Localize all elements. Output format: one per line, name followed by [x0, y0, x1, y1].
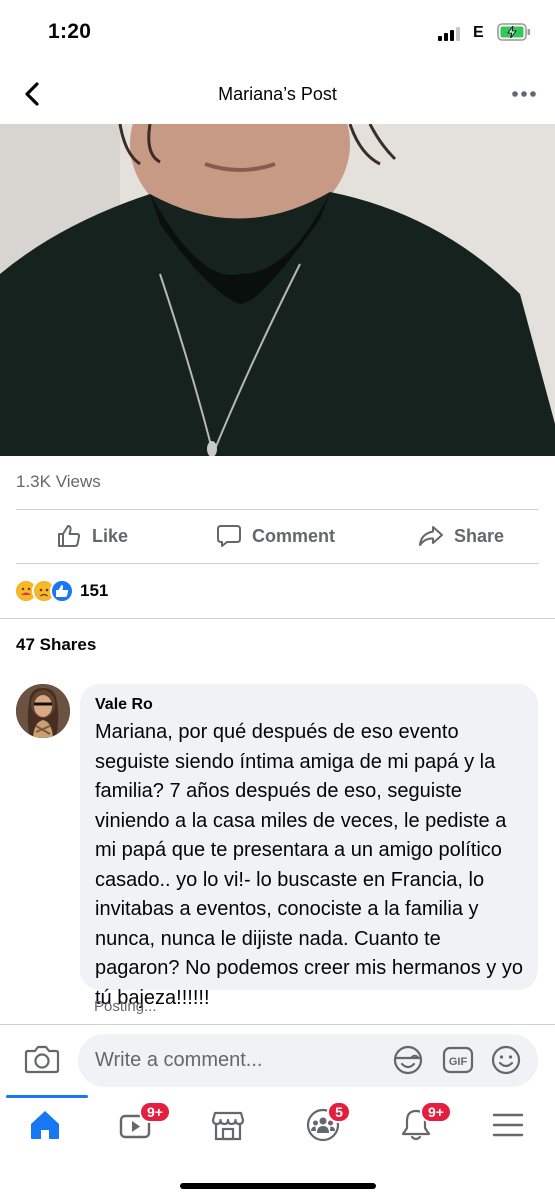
avatar[interactable]: [16, 684, 70, 738]
video-frame: [0, 124, 555, 456]
post-header: Mariana’s Post: [0, 66, 555, 124]
status-time: 1:20: [48, 20, 92, 43]
shares-count[interactable]: 47 Shares: [16, 635, 96, 655]
tab-marketplace[interactable]: [210, 1107, 254, 1143]
comment-label: Comment: [252, 525, 336, 546]
signal-icon: [438, 27, 462, 41]
post-actions: Like Comment Share: [0, 509, 555, 563]
status-bar: 1:20 E: [0, 0, 555, 66]
reaction-count: 151: [80, 581, 109, 600]
more-options-button[interactable]: [511, 84, 537, 104]
comment-icon: [217, 525, 241, 547]
active-tab-indicator: [6, 1095, 88, 1098]
share-label: Share: [454, 525, 505, 546]
tab-home[interactable]: [27, 1107, 71, 1143]
home-indicator: [180, 1183, 376, 1189]
tab-notifications[interactable]: 9+: [398, 1101, 452, 1143]
menu-icon: [492, 1113, 524, 1137]
like-button[interactable]: Like: [56, 509, 128, 563]
divider: [0, 618, 555, 619]
tab-menu[interactable]: [490, 1107, 534, 1143]
emoji-icon[interactable]: [490, 1044, 522, 1076]
view-count: 1.3K Views: [16, 472, 101, 491]
like-label: Like: [92, 525, 129, 546]
sticker-icon[interactable]: [392, 1044, 424, 1076]
divider: [16, 563, 539, 564]
battery-charging-icon: [497, 23, 530, 41]
notification-badge: 9+: [139, 1101, 171, 1123]
home-icon: [31, 1111, 59, 1139]
comment-bubble[interactable]: Vale Ro Mariana, por qué después de eso …: [80, 684, 538, 1009]
share-icon: [419, 526, 443, 546]
comment-text: Mariana, por qué después de eso evento s…: [95, 721, 523, 1009]
tab-groups[interactable]: 5: [305, 1101, 351, 1143]
network-type: E: [473, 24, 484, 41]
marketplace-icon: [211, 1111, 245, 1141]
gif-icon[interactable]: GIF: [442, 1044, 474, 1076]
camera-icon[interactable]: [24, 1043, 60, 1075]
page-title: Mariana’s Post: [218, 84, 337, 104]
tab-watch[interactable]: 9+: [117, 1101, 171, 1143]
post-video[interactable]: [0, 124, 555, 456]
like-reaction-icon: [50, 579, 74, 603]
share-button[interactable]: Share: [418, 509, 504, 563]
comment-status: Posting...: [94, 998, 157, 1015]
notification-badge: 9+: [420, 1101, 452, 1123]
comment-author[interactable]: Vale Ro: [95, 694, 524, 716]
svg-text:GIF: GIF: [449, 1056, 468, 1068]
comment-composer: GIF: [0, 1025, 555, 1095]
comment-button[interactable]: Comment: [216, 509, 335, 563]
notification-badge: 5: [327, 1101, 351, 1123]
thumbs-up-icon: [58, 525, 81, 547]
reaction-summary[interactable]: 151: [14, 578, 108, 604]
